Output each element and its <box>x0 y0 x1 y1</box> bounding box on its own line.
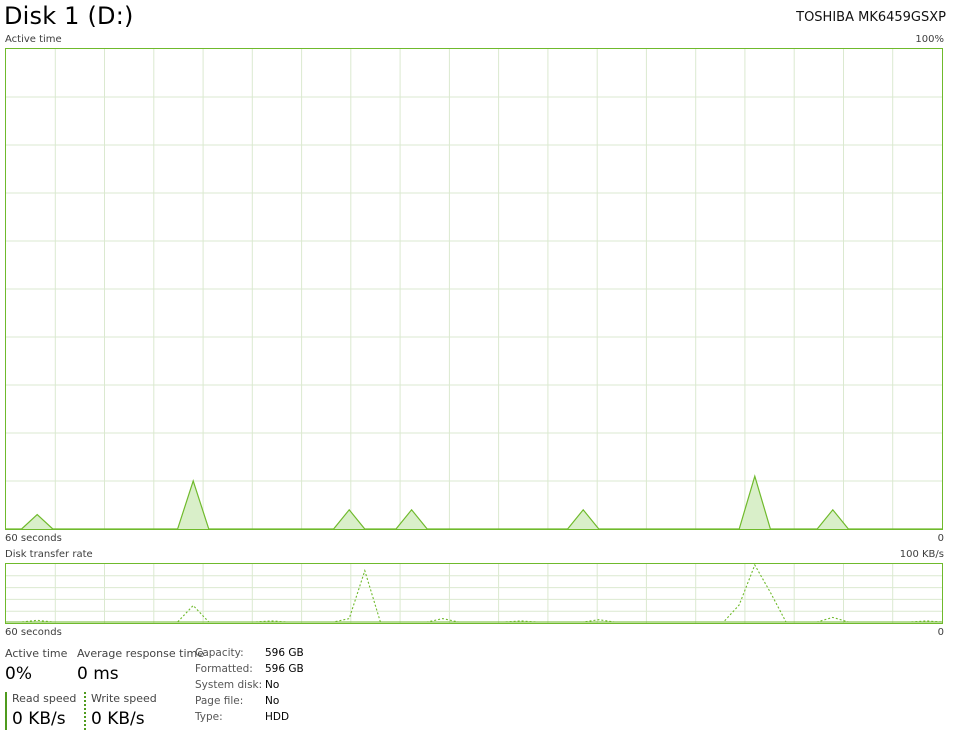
type-value: HDD <box>265 711 290 723</box>
active-time-x-start-label: 60 seconds <box>5 533 62 544</box>
transfer-x-end-label: 0 <box>937 627 944 638</box>
transfer-max-label: 100 KB/s <box>899 549 944 560</box>
active-time-stat-value: 0% <box>5 664 32 684</box>
formatted-key: Formatted: <box>195 663 253 675</box>
capacity-value: 596 GB <box>265 647 304 659</box>
active-time-graph <box>5 48 943 530</box>
system-disk-value: No <box>265 679 280 691</box>
avg-response-stat-label: Average response time <box>77 647 204 660</box>
type-key: Type: <box>195 711 223 723</box>
active-time-x-end-label: 0 <box>937 533 944 544</box>
active-time-stat-label: Active time <box>5 647 68 660</box>
read-speed-indicator <box>5 692 7 730</box>
active-time-graph-label: Active time <box>5 34 62 45</box>
write-speed-label: Write speed <box>91 692 157 705</box>
avg-response-stat-value: 0 ms <box>77 664 119 684</box>
active-time-chart <box>6 49 942 529</box>
read-speed-label: Read speed <box>12 692 77 705</box>
write-speed-indicator <box>84 692 86 730</box>
transfer-rate-chart <box>6 564 942 623</box>
transfer-x-start-label: 60 seconds <box>5 627 62 638</box>
disk-title: Disk 1 (D:) <box>4 2 134 30</box>
transfer-graph-label: Disk transfer rate <box>5 549 93 560</box>
capacity-key: Capacity: <box>195 647 244 659</box>
active-time-area <box>6 476 942 529</box>
page-file-key: Page file: <box>195 695 244 707</box>
formatted-value: 596 GB <box>265 663 304 675</box>
disk-model: TOSHIBA MK6459GSXP <box>796 10 946 25</box>
active-time-max-label: 100% <box>915 34 944 45</box>
write-speed-line <box>6 564 942 623</box>
write-speed-value: 0 KB/s <box>91 709 145 729</box>
system-disk-key: System disk: <box>195 679 263 691</box>
page-file-value: No <box>265 695 280 707</box>
transfer-rate-graph <box>5 563 943 624</box>
read-speed-value: 0 KB/s <box>12 709 66 729</box>
active-time-line <box>6 474 942 529</box>
